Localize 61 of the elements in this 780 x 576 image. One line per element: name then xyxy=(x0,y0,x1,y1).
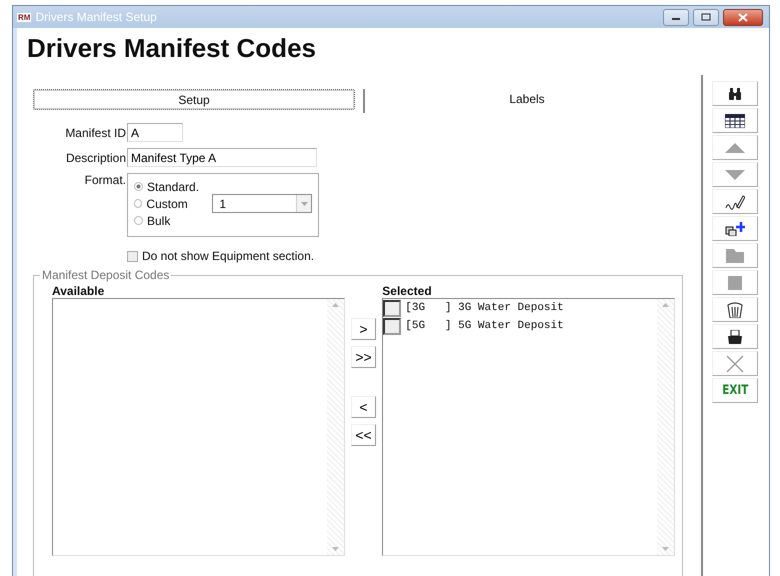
row-checkbox[interactable] xyxy=(383,300,402,316)
add-copy-icon xyxy=(725,222,745,236)
scrollbar[interactable] xyxy=(326,299,344,555)
move-button[interactable]: << xyxy=(351,424,376,446)
list-item[interactable]: [5G ] 5G Water Deposit xyxy=(405,320,564,332)
close-icon xyxy=(738,12,748,22)
printer-icon xyxy=(727,330,743,344)
field-label: Manifest ID xyxy=(64,126,127,140)
scrollbar[interactable] xyxy=(657,299,674,555)
toolbar-button[interactable] xyxy=(712,297,758,322)
manifest-id-field[interactable]: A xyxy=(127,123,183,142)
square-icon xyxy=(728,276,742,290)
tab[interactable]: Labels xyxy=(357,89,697,108)
field-label: Format. xyxy=(84,173,127,187)
move-button[interactable]: >> xyxy=(351,346,376,368)
binoculars-icon xyxy=(728,88,742,100)
checkbox[interactable] xyxy=(127,250,138,262)
exit-button[interactable]: EXIT xyxy=(712,378,758,403)
maximize-icon xyxy=(701,13,711,21)
radio-label: Standard. xyxy=(147,180,200,194)
close-icon xyxy=(726,354,744,372)
description-field[interactable]: Manifest Type A xyxy=(127,148,317,167)
list-item[interactable]: [3G ] 3G Water Deposit xyxy=(405,302,564,314)
radio-button[interactable] xyxy=(134,199,142,208)
down-triangle-icon xyxy=(725,170,745,180)
selected-list[interactable]: [3G ] 3G Water Deposit [5G ] 5G Water Deposit xyxy=(382,298,676,556)
field-label: Description xyxy=(64,150,127,164)
radio-button[interactable] xyxy=(134,182,143,191)
row-checkbox[interactable] xyxy=(383,318,402,334)
minimize-button[interactable] xyxy=(663,8,689,26)
radio-label: Bulk xyxy=(147,214,172,228)
toolbar-button[interactable] xyxy=(712,324,758,349)
list-heading: Selected xyxy=(382,284,433,298)
window-title: Drivers Manifest Setup xyxy=(35,10,157,24)
scroll-up-icon xyxy=(332,303,339,307)
custom-dropdown[interactable]: 1 xyxy=(212,194,312,213)
list-heading: Available xyxy=(52,284,106,298)
close-button[interactable] xyxy=(723,8,763,26)
radio-button[interactable] xyxy=(134,216,143,225)
toolbar-button[interactable] xyxy=(712,216,758,241)
toolbar-button[interactable] xyxy=(712,189,758,214)
folder-icon xyxy=(726,248,744,262)
move-button[interactable]: < xyxy=(351,396,376,418)
scroll-down-icon xyxy=(662,547,670,551)
signature-pen-icon xyxy=(725,194,745,210)
trash-bin-icon xyxy=(727,302,743,318)
scroll-down-icon xyxy=(332,547,339,551)
up-triangle-icon xyxy=(725,142,745,152)
group-title: Manifest Deposit Codes xyxy=(40,268,172,282)
maximize-button[interactable] xyxy=(693,8,719,26)
toolbar-button[interactable] xyxy=(712,81,758,106)
move-button[interactable]: > xyxy=(351,318,376,340)
toolbar-button[interactable] xyxy=(712,108,758,133)
app-logo: RM xyxy=(17,12,32,22)
table-icon xyxy=(725,114,745,128)
page-heading: Drivers Manifest Codes xyxy=(27,33,317,65)
checkbox-label: Do not show Equipment section. xyxy=(142,249,314,263)
scroll-up-icon xyxy=(662,303,670,307)
radio-label: Custom xyxy=(146,196,189,210)
caret-icon xyxy=(300,202,308,206)
tab[interactable]: Setup xyxy=(33,89,355,110)
